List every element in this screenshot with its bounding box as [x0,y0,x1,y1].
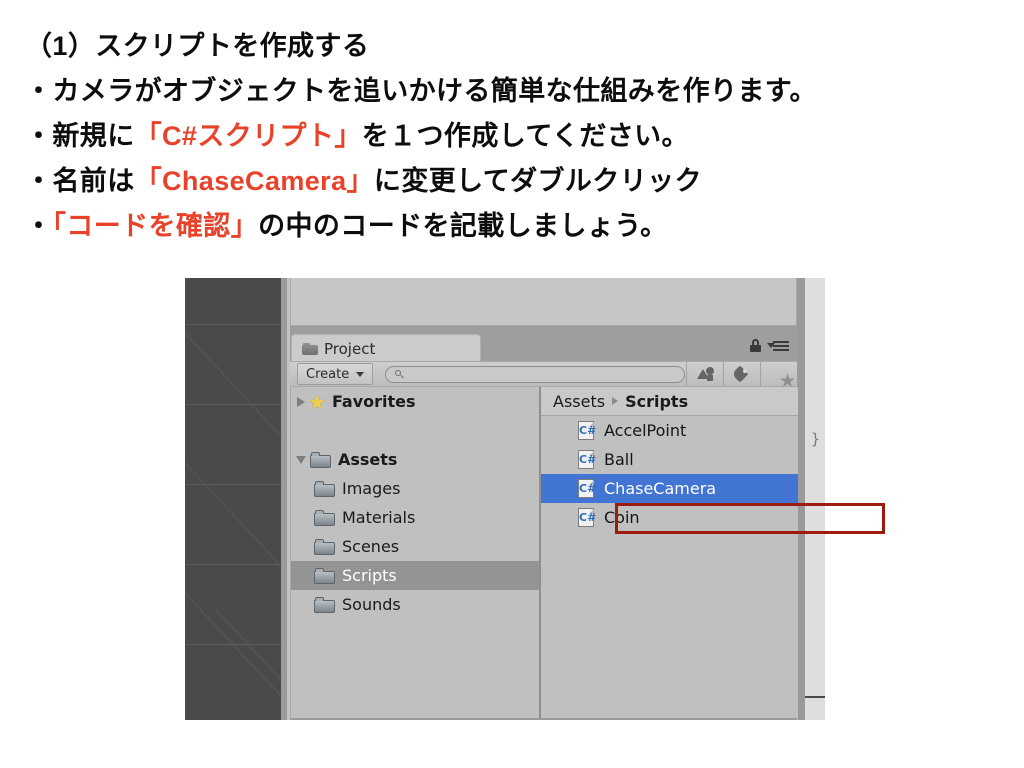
line5-highlight: 「コードを確認」 [52,211,259,241]
folder-icon [310,451,331,468]
list-item[interactable]: C# AccelPoint [541,416,798,445]
scene-view-strip [185,278,281,720]
search-icon [395,369,404,379]
tree-item-scripts[interactable]: Scripts [291,561,539,590]
tree-item-materials[interactable]: Materials [291,503,539,532]
line3-highlight: 「C#スクリプト」 [134,121,362,151]
tree-item-scripts-label: Scripts [342,566,397,585]
text-line-2: ・カメラがオブジェクトを追いかける簡単な仕組みを作ります。 [25,69,985,114]
project-toolbar: Create ★ [290,361,797,391]
tab-project[interactable]: Project [291,334,481,362]
breadcrumb-current: Scripts [625,391,689,411]
tree-item-assets-label: Assets [338,450,398,469]
project-tab-row: Project [290,333,797,362]
tree-item-images-label: Images [342,479,401,498]
line5-seg1: ・ [25,211,53,241]
favorite-filter-button[interactable]: ★ [760,362,797,391]
text-line-4: ・名前は「ChaseCamera」に変更してダブルクリック [25,159,985,204]
chevron-down-icon [356,371,365,377]
star-icon: ★ [308,389,326,414]
list-item-label: ChaseCamera [604,479,717,498]
list-item-label: Coin [604,508,640,527]
tree-item-assets[interactable]: Assets [291,445,539,474]
csharp-script-icon: C# [578,479,596,498]
line3-seg3: を１つ作成してください。 [361,121,689,151]
list-item-selected[interactable]: C# ChaseCamera [541,474,798,503]
line1-seg1: （1）スクリプトを作成する [25,31,370,61]
line5-seg3: の中のコードを記載しましょう。 [258,211,668,241]
slide-page: （1）スクリプトを作成する ・カメラがオブジェクトを追いかける簡単な仕組みを作り… [0,0,1024,768]
code-editor-rule [805,696,825,698]
tree-item-materials-label: Materials [342,508,416,527]
folder-tree: ★ Favorites Assets Images Materials Scen… [291,387,539,720]
breadcrumb-root[interactable]: Assets [553,392,605,411]
line3-seg1: ・新規に [25,121,135,151]
unity-editor-screenshot: } Project Create ★ ★ Favorites Assets Im… [185,278,885,720]
code-closing-brace: } [811,430,821,448]
csharp-script-icon: C# [578,421,596,440]
tree-item-images[interactable]: Images [291,474,539,503]
create-button-label: Create [306,366,350,382]
tab-project-label: Project [324,339,376,358]
lock-icon[interactable] [750,339,761,352]
line4-highlight: 「ChaseCamera」 [134,166,374,196]
code-editor-strip [805,278,825,720]
search-input[interactable] [404,365,685,383]
hamburger-menu-icon[interactable] [767,341,789,352]
file-list-panel: Assets Scripts C# AccelPoint C# Ball C# … [541,387,798,720]
create-button[interactable]: Create [297,363,374,385]
folder-icon [314,567,335,584]
text-line-1: （1）スクリプトを作成する [25,24,985,69]
shapes-icon [696,367,714,381]
search-field[interactable] [385,365,686,383]
text-line-3: ・新規に「C#スクリプト」を１つ作成してください。 [25,114,985,159]
breadcrumb: Assets Scripts [541,387,798,416]
code-editor-gutter [797,278,805,720]
triangle-right-icon [612,397,619,405]
tree-item-scenes-label: Scenes [342,537,400,556]
folder-icon [314,538,335,555]
list-item-label: AccelPoint [604,421,687,440]
list-item[interactable]: C# Coin [541,503,798,532]
list-item[interactable]: C# Ball [541,445,798,474]
folder-icon [314,480,335,497]
upper-panel-area [290,278,797,326]
line2-seg1: ・カメラがオブジェクトを追いかける簡単な仕組みを作ります。 [25,76,817,106]
tree-item-favorites-label: Favorites [331,392,416,411]
tree-item-scenes[interactable]: Scenes [291,532,539,561]
tree-item-sounds-label: Sounds [342,595,401,614]
triangle-right-icon[interactable] [297,396,305,407]
text-line-5: ・「コードを確認」の中のコードを記載しましょう。 [25,204,985,249]
tag-icon [731,365,750,383]
filter-by-label-button[interactable] [723,362,760,386]
csharp-script-icon: C# [578,450,596,469]
panel-gap [290,326,797,333]
list-item-label: Ball [604,450,634,469]
folder-icon [314,509,335,526]
tree-item-sounds[interactable]: Sounds [291,590,539,619]
tree-item-favorites[interactable]: ★ Favorites [291,387,539,416]
csharp-script-icon: C# [578,508,596,527]
triangle-down-icon[interactable] [296,455,306,464]
line4-seg1: ・名前は [25,166,135,196]
folder-icon [314,596,335,613]
filter-by-type-button[interactable] [686,362,723,386]
line4-seg3: に変更してダブルクリック [373,166,702,196]
project-content: ★ Favorites Assets Images Materials Scen… [290,387,798,720]
panel-bottom-edge [290,718,797,720]
slide-body-text: （1）スクリプトを作成する ・カメラがオブジェクトを追いかける簡単な仕組みを作り… [25,24,985,249]
folder-icon [302,342,318,355]
